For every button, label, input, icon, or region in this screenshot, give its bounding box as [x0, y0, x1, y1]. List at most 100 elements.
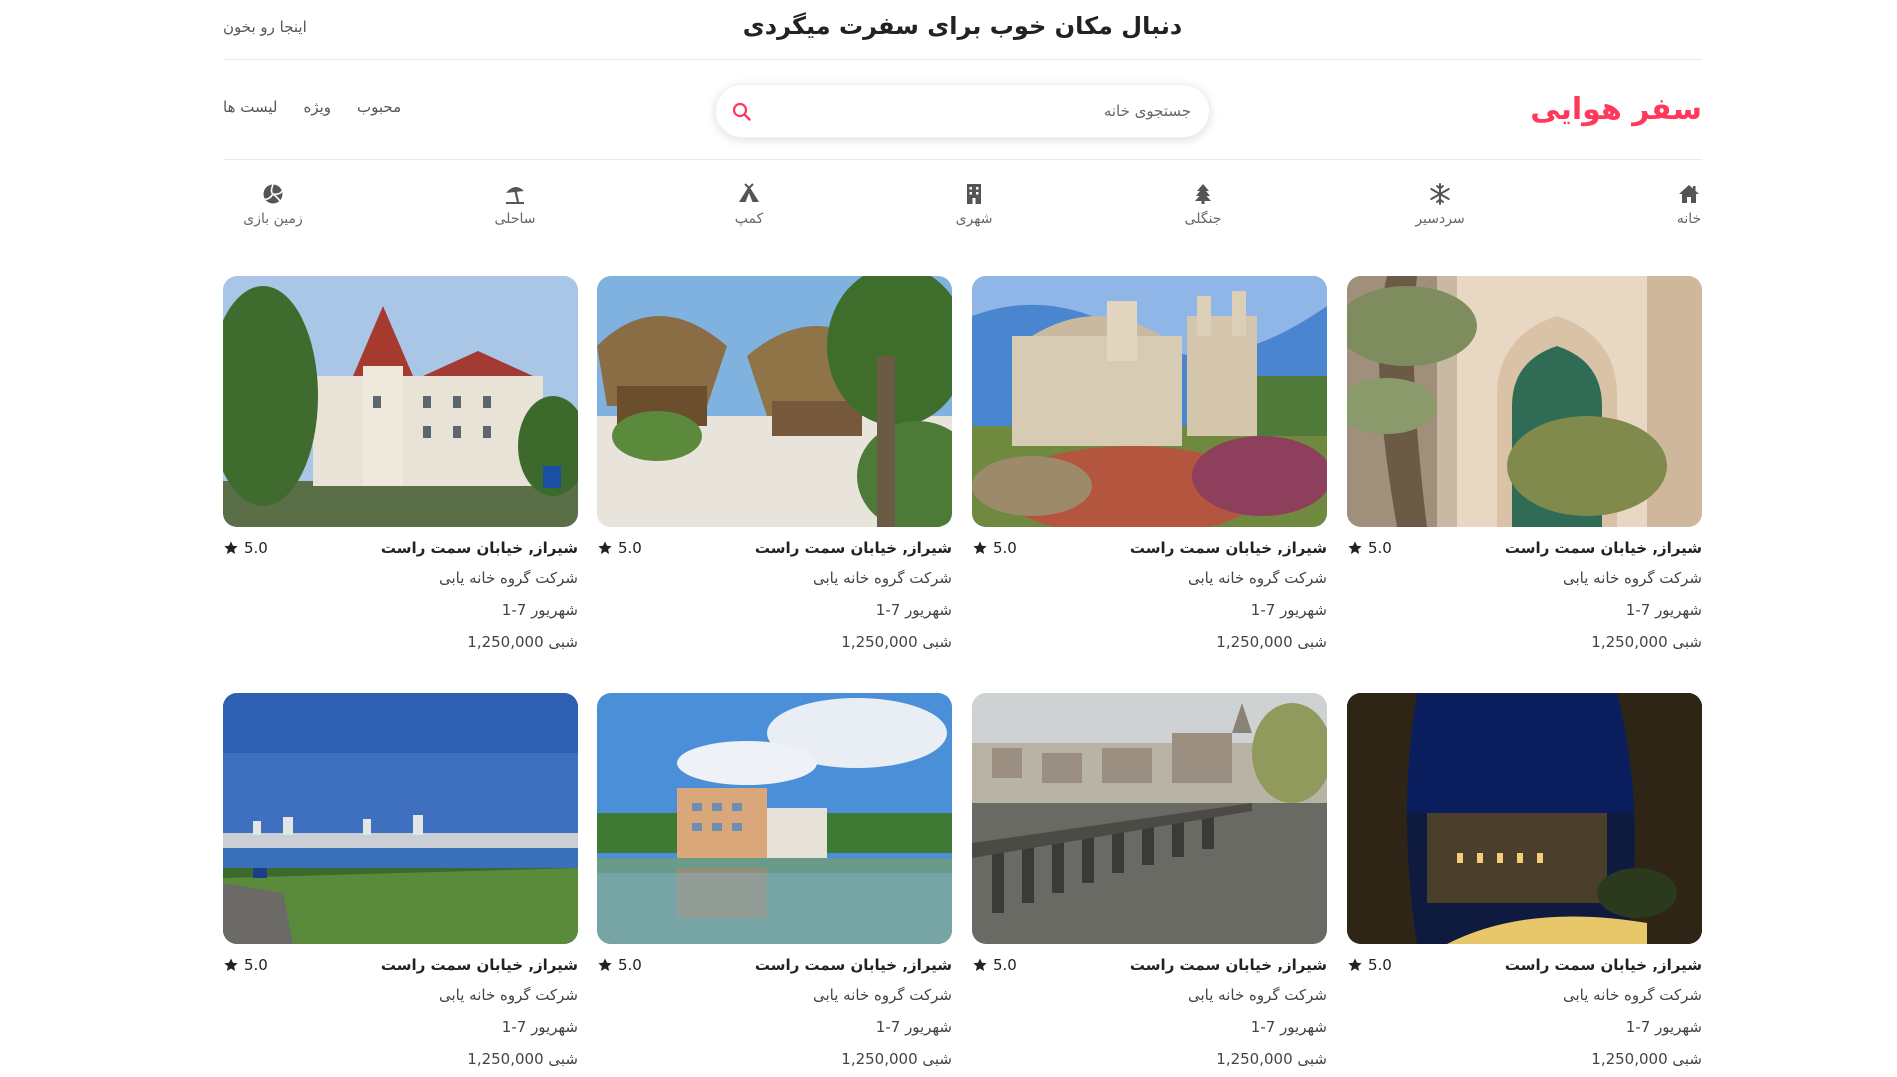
category-playground[interactable]: زمین بازی [218, 182, 328, 227]
listing-dates: شهریور 7-1 [501, 601, 578, 619]
listing-host: شرکت گروه خانه یابی [1562, 569, 1702, 587]
listing-image[interactable] [1347, 276, 1702, 527]
listing-title: شیراز, خیابان سمت راست [1504, 956, 1702, 974]
snowflake-icon [1430, 183, 1450, 205]
listing-rating: 5.0 [1347, 956, 1392, 974]
header: سفر هوایی لیست ها ویژه محبوب [223, 60, 1702, 160]
listing-host: شرکت گروه خانه یابی [1562, 986, 1702, 1004]
listing-card[interactable]: شیراز, خیابان سمت راست 5.0 شرکت گروه خان… [597, 693, 952, 1068]
listing-image[interactable] [597, 693, 952, 944]
category-label: جنگلی [1184, 211, 1222, 227]
listing-price: شبی 1,250,000 [467, 1050, 578, 1068]
listing-title: شیراز, خیابان سمت راست [1129, 956, 1327, 974]
rating-value: 5.0 [993, 539, 1017, 557]
logo[interactable]: سفر هوایی [1530, 92, 1702, 127]
listing-host: شرکت گروه خانه یابی [812, 986, 952, 1004]
category-label: شهری [955, 211, 993, 227]
listing-price: شبی 1,250,000 [1216, 1050, 1327, 1068]
listing-rating: 5.0 [1347, 539, 1392, 557]
category-label: خانه [1676, 211, 1702, 227]
listing-price: شبی 1,250,000 [467, 633, 578, 651]
category-beach[interactable]: ساحلی [460, 182, 570, 227]
page: دنبال مکان خوب برای سفرت میگردی اینجا رو… [223, 0, 1702, 1068]
category-label: زمین بازی [243, 211, 303, 227]
rating-value: 5.0 [618, 956, 642, 974]
listing-host: شرکت گروه خانه یابی [438, 569, 578, 587]
listing-dates: شهریور 7-1 [1625, 601, 1702, 619]
listing-card[interactable]: شیراز, خیابان سمت راست 5.0 شرکت گروه خان… [597, 276, 952, 651]
listing-image[interactable] [1347, 693, 1702, 944]
listing-title: شیراز, خیابان سمت راست [754, 956, 952, 974]
listing-title: شیراز, خیابان سمت راست [380, 539, 578, 557]
rating-value: 5.0 [1368, 539, 1392, 557]
listing-title: شیراز, خیابان سمت راست [754, 539, 952, 557]
listing-dates: شهریور 7-1 [875, 1018, 952, 1036]
category-label: ساحلی [494, 211, 536, 227]
listing-image[interactable] [972, 276, 1327, 527]
category-label: کمپ [734, 211, 764, 227]
category-urban[interactable]: شهری [919, 182, 1029, 227]
listing-host: شرکت گروه خانه یابی [812, 569, 952, 587]
star-icon [224, 541, 238, 554]
tree-icon [1195, 184, 1211, 204]
listing-rating: 5.0 [597, 539, 642, 557]
listing-dates: شهریور 7-1 [1250, 1018, 1327, 1036]
rating-value: 5.0 [244, 539, 268, 557]
banner-title: دنبال مکان خوب برای سفرت میگردی [742, 12, 1183, 40]
rating-value: 5.0 [993, 956, 1017, 974]
listing-rating: 5.0 [972, 956, 1017, 974]
volleyball-icon [263, 184, 283, 204]
star-icon [598, 541, 612, 554]
beach-umbrella-icon [506, 186, 524, 204]
search-icon[interactable] [730, 100, 754, 124]
nav-link-special[interactable]: ویژه [303, 98, 331, 116]
search-bar[interactable] [715, 84, 1210, 138]
star-icon [1348, 958, 1362, 971]
listing-host: شرکت گروه خانه یابی [1187, 569, 1327, 587]
listing-rating: 5.0 [972, 539, 1017, 557]
category-camp[interactable]: کمپ [694, 182, 804, 227]
listing-card[interactable]: شیراز, خیابان سمت راست 5.0 شرکت گروه خان… [1347, 276, 1702, 651]
rating-value: 5.0 [244, 956, 268, 974]
read-here-link[interactable]: اینجا رو بخون [223, 18, 307, 36]
listing-price: شبی 1,250,000 [1591, 1050, 1702, 1068]
listing-dates: شهریور 7-1 [1250, 601, 1327, 619]
category-cold[interactable]: سردسیر [1385, 182, 1495, 227]
building-icon [967, 184, 981, 204]
nav-links: لیست ها ویژه محبوب [223, 98, 401, 116]
listing-title: شیراز, خیابان سمت راست [1504, 539, 1702, 557]
listing-price: شبی 1,250,000 [841, 1050, 952, 1068]
search-input[interactable] [791, 85, 1191, 137]
listing-title: شیراز, خیابان سمت راست [1129, 539, 1327, 557]
category-bar: خانه سردسیر جنگلی شهری کمپ ساحلی زمین با… [223, 160, 1702, 275]
listing-card[interactable]: شیراز, خیابان سمت راست 5.0 شرکت گروه خان… [223, 693, 578, 1068]
listing-host: شرکت گروه خانه یابی [438, 986, 578, 1004]
listing-image[interactable] [972, 693, 1327, 944]
listing-price: شبی 1,250,000 [1591, 633, 1702, 651]
listing-dates: شهریور 7-1 [875, 601, 952, 619]
rating-value: 5.0 [618, 539, 642, 557]
nav-link-lists[interactable]: لیست ها [223, 98, 277, 116]
listing-title: شیراز, خیابان سمت راست [380, 956, 578, 974]
listing-image[interactable] [597, 276, 952, 527]
top-banner: دنبال مکان خوب برای سفرت میگردی اینجا رو… [223, 0, 1702, 60]
listing-card[interactable]: شیراز, خیابان سمت راست 5.0 شرکت گروه خان… [223, 276, 578, 651]
star-icon [1348, 541, 1362, 554]
home-icon [1679, 185, 1699, 203]
category-label: سردسیر [1415, 211, 1465, 227]
listing-price: شبی 1,250,000 [841, 633, 952, 651]
nav-link-popular[interactable]: محبوب [357, 98, 401, 116]
star-icon [224, 958, 238, 971]
tent-icon [739, 183, 759, 202]
listing-image[interactable] [223, 693, 578, 944]
listing-image[interactable] [223, 276, 578, 527]
star-icon [973, 541, 987, 554]
category-forest[interactable]: جنگلی [1148, 182, 1258, 227]
category-home[interactable]: خانه [1634, 182, 1744, 227]
listing-host: شرکت گروه خانه یابی [1187, 986, 1327, 1004]
listing-card[interactable]: شیراز, خیابان سمت راست 5.0 شرکت گروه خان… [972, 276, 1327, 651]
listing-card[interactable]: شیراز, خیابان سمت راست 5.0 شرکت گروه خان… [1347, 693, 1702, 1068]
listing-card[interactable]: شیراز, خیابان سمت راست 5.0 شرکت گروه خان… [972, 693, 1327, 1068]
listing-dates: شهریور 7-1 [501, 1018, 578, 1036]
listing-rating: 5.0 [223, 956, 268, 974]
